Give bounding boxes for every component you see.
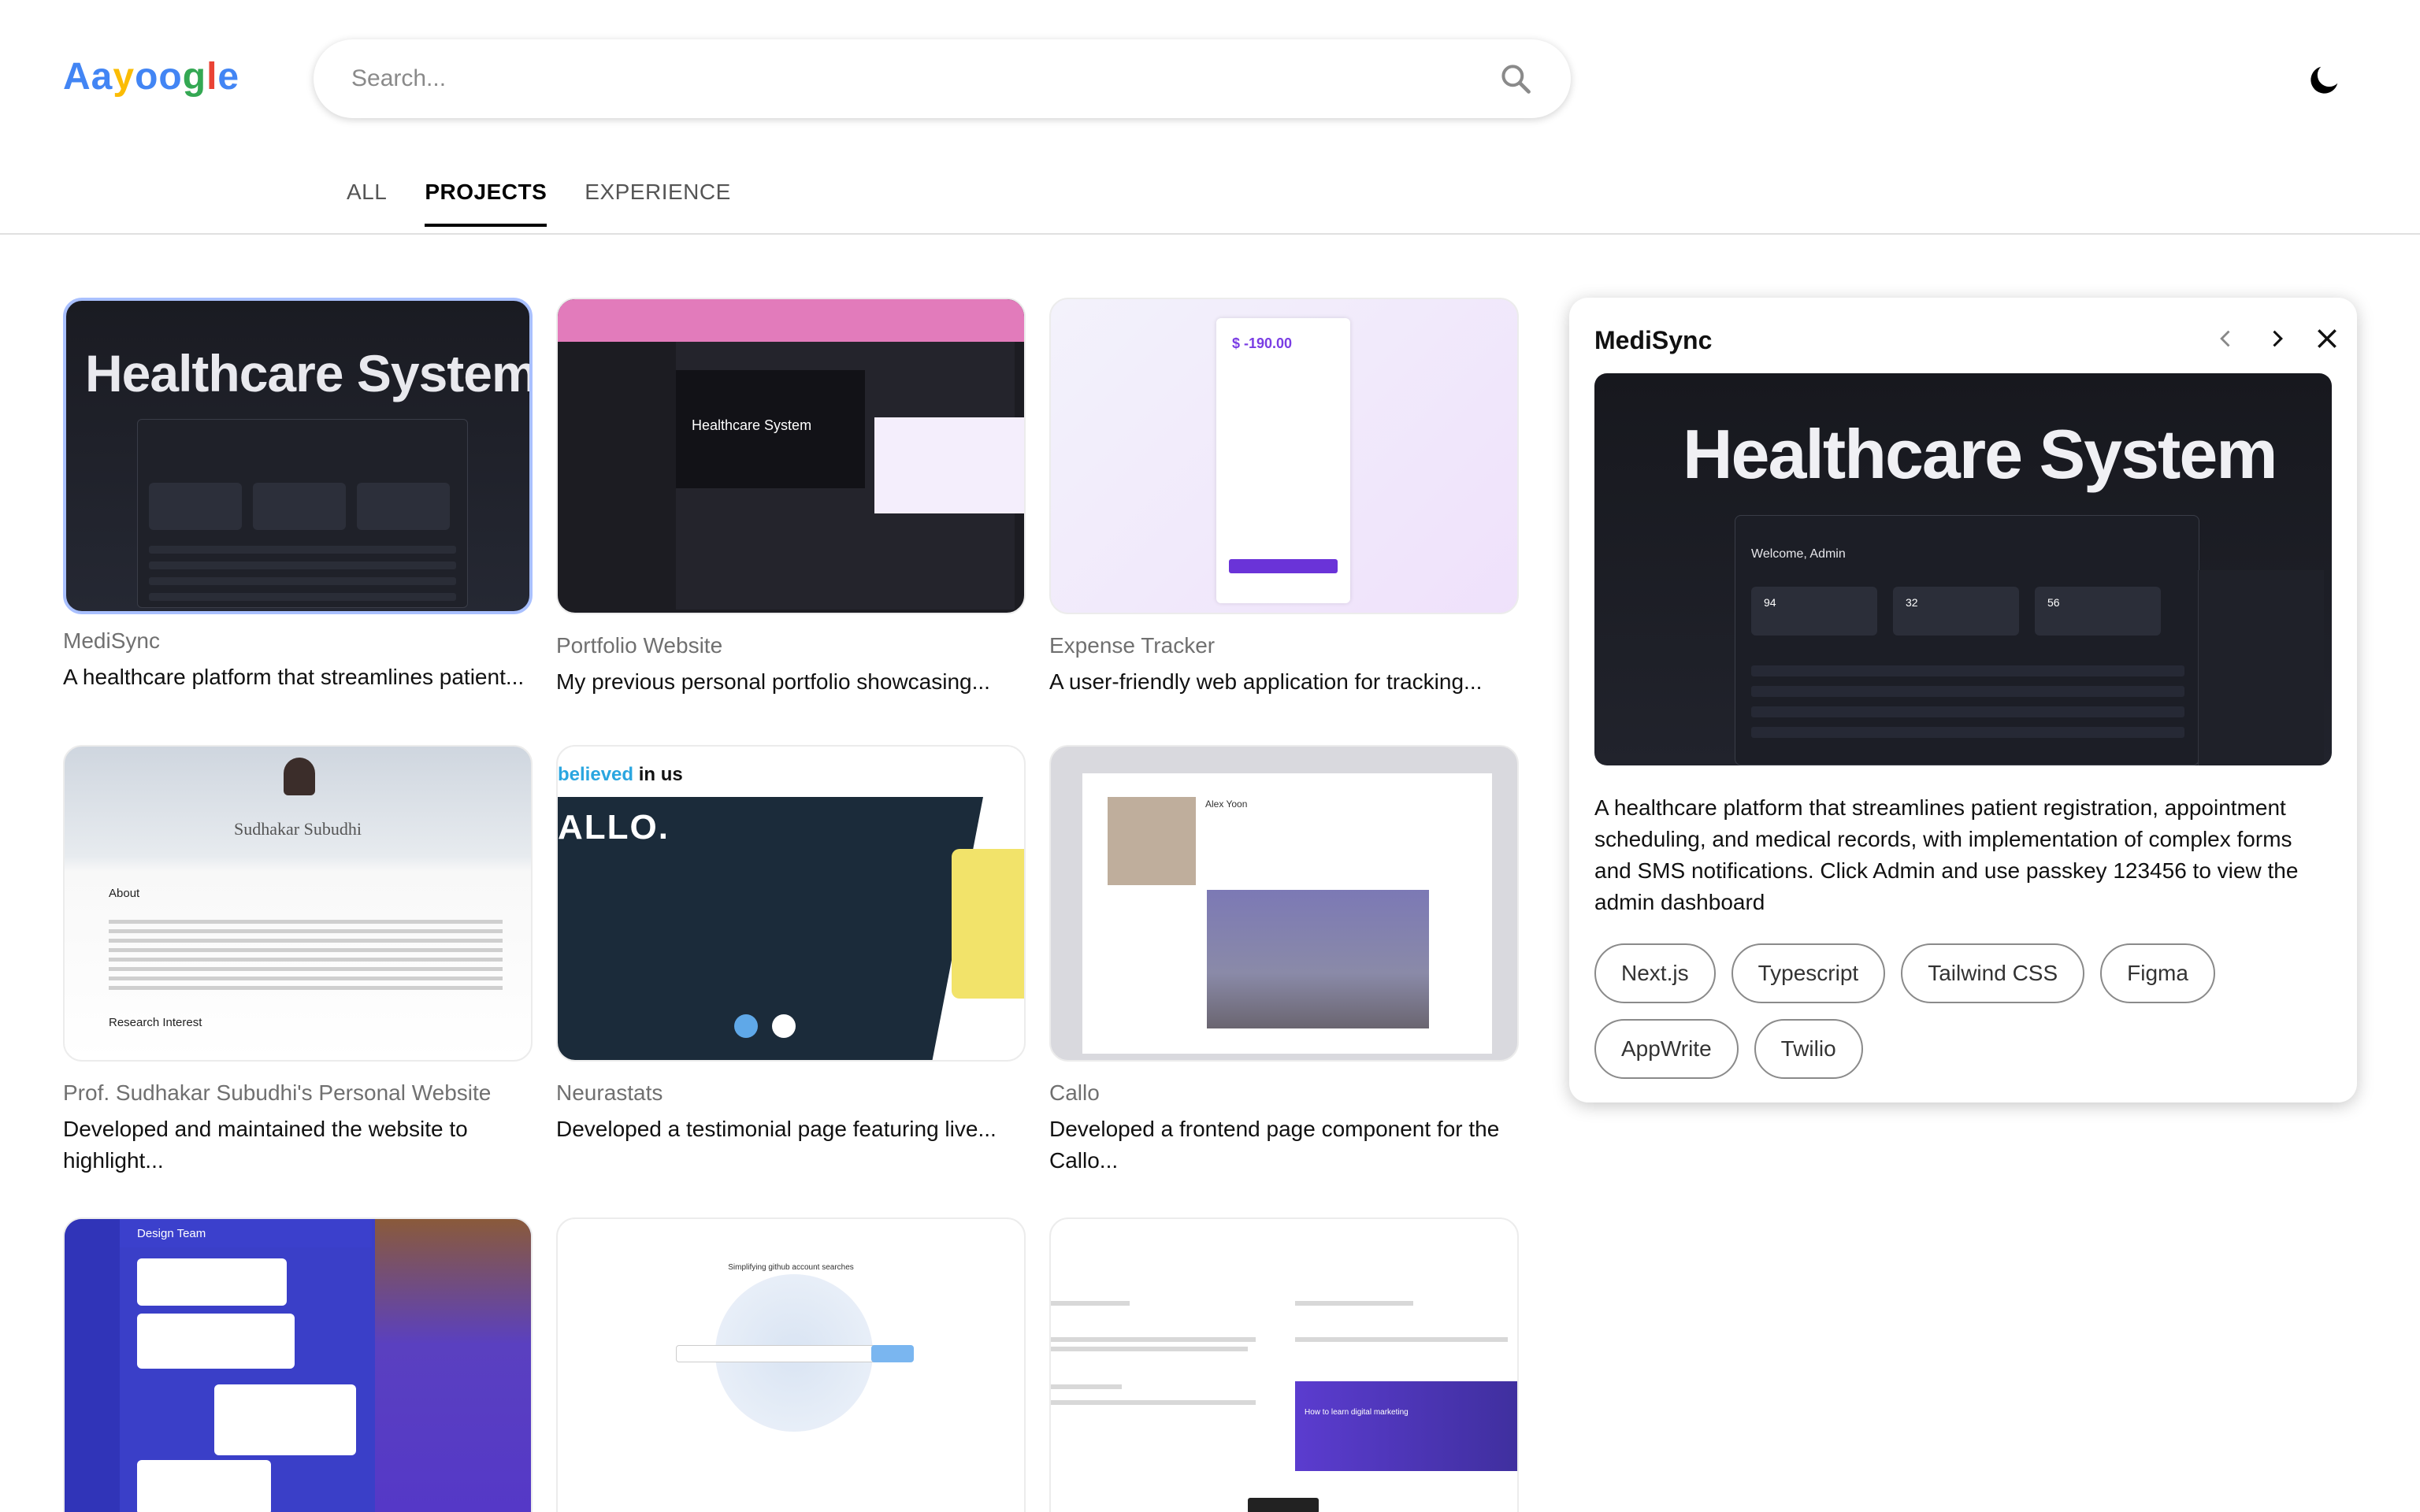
chevron-left-icon[interactable] <box>2210 323 2242 354</box>
tab-projects[interactable]: PROJECTS <box>425 180 547 227</box>
logo-letter: e <box>217 56 240 98</box>
logo-letter: o <box>135 56 159 98</box>
project-description: My previous personal portfolio showcasin… <box>556 669 990 694</box>
detail-title: MediSync <box>1594 326 1713 354</box>
thumbnail-heading: How to learn digital marketing <box>1305 1408 1409 1417</box>
dashboard-preview <box>137 419 468 608</box>
project-thumbnail[interactable]: Sudhakar Subudhi About Research Interest <box>63 745 533 1062</box>
tag-chip[interactable]: Figma <box>2100 943 2215 1003</box>
moon-icon[interactable] <box>2307 61 2343 98</box>
project-description: Developed a frontend page component for … <box>1049 1117 1500 1173</box>
search-input[interactable] <box>351 65 1498 92</box>
tab-all[interactable]: ALL <box>347 180 387 227</box>
thumbnail-heading: Healthcare System <box>676 370 865 488</box>
project-card-expense-tracker[interactable]: $ -190.00 Expense Tracker A user-friendl… <box>1049 298 1519 698</box>
thumbnail-heading: Simplifying github account searches <box>728 1263 854 1272</box>
thumbnail-heading: Sudhakar Subudhi <box>234 819 362 839</box>
thumbnail-heading: Design Team <box>120 1219 372 1247</box>
thumbnail-heading: $ -190.00 <box>1232 335 1293 351</box>
tag-chip[interactable]: AppWrite <box>1594 1019 1739 1079</box>
project-card-blog[interactable]: How to learn digital marketing <box>1049 1217 1519 1512</box>
project-card-medisync[interactable]: Healthcare System MediSync A healthcare … <box>63 298 533 693</box>
project-thumbnail[interactable]: $ -190.00 <box>1049 298 1519 614</box>
search-icon[interactable] <box>1498 61 1533 96</box>
search-bar[interactable] <box>314 39 1571 118</box>
app-logo[interactable]: Aayoogle <box>63 55 239 98</box>
project-description: A user-friendly web application for trac… <box>1049 669 1483 694</box>
project-thumbnail[interactable]: Healthcare System <box>556 298 1026 614</box>
dashboard-welcome: Welcome, Admin <box>1751 547 1846 561</box>
stat-value: 94 <box>1764 596 1776 609</box>
project-title: Callo <box>1049 1080 1100 1105</box>
logo-letter: y <box>113 56 135 98</box>
project-thumbnail[interactable]: How to learn digital marketing <box>1049 1217 1519 1512</box>
stat-value: 56 <box>2047 596 2060 609</box>
project-title: Portfolio Website <box>556 633 723 658</box>
project-description: Developed a testimonial page featuring l… <box>556 1117 997 1141</box>
project-card-prof-website[interactable]: Sudhakar Subudhi About Research Interest… <box>63 745 533 1177</box>
project-card-github-search[interactable]: Simplifying github account searches <box>556 1217 1026 1512</box>
project-card-neurastats[interactable]: believed in us ALLO. Neurastats Develope… <box>556 745 1026 1145</box>
tech-tags: Next.js Typescript Tailwind CSS Figma Ap… <box>1594 943 2332 1079</box>
project-detail-panel: MediSync Healthcare System Welcome, Admi… <box>1569 298 2357 1102</box>
project-thumbnail[interactable]: Alex Yoon <box>1049 745 1519 1062</box>
project-thumbnail[interactable]: Design Team <box>63 1217 533 1512</box>
thumbnail-heading: Alex Yoon <box>1205 799 1248 810</box>
project-thumbnail[interactable]: Simplifying github account searches <box>556 1217 1026 1512</box>
logo-letter: a <box>91 56 113 98</box>
tab-experience[interactable]: EXPERIENCE <box>585 180 731 227</box>
tab-divider <box>0 233 2420 235</box>
project-title: Neurastats <box>556 1080 663 1105</box>
project-title: MediSync <box>63 628 160 653</box>
tag-chip[interactable]: Next.js <box>1594 943 1716 1003</box>
logo-letter: A <box>63 56 91 98</box>
detail-image[interactable]: Healthcare System Welcome, Admin 94 32 5… <box>1594 373 2332 765</box>
logo-letter: o <box>158 56 183 98</box>
tab-bar: ALL PROJECTS EXPERIENCE <box>347 180 731 227</box>
close-icon[interactable] <box>2311 323 2343 354</box>
thumbnail-heading: ALLO. <box>558 808 670 847</box>
logo-letter: l <box>206 56 218 98</box>
project-thumbnail[interactable]: Healthcare System <box>63 298 533 614</box>
tag-chip[interactable]: Twilio <box>1754 1019 1863 1079</box>
logo-letter: g <box>182 56 207 98</box>
project-description: A healthcare platform that streamlines p… <box>63 665 525 689</box>
thumbnail-heading: Healthcare System <box>85 344 533 402</box>
project-card-design-team[interactable]: Design Team <box>63 1217 533 1512</box>
project-card-portfolio[interactable]: Healthcare System Portfolio Website My p… <box>556 298 1026 698</box>
project-title: Expense Tracker <box>1049 633 1216 658</box>
project-description: Developed and maintained the website to … <box>63 1117 468 1173</box>
project-card-callo[interactable]: Alex Yoon Callo Developed a frontend pag… <box>1049 745 1519 1177</box>
project-title: Prof. Sudhakar Subudhi's Personal Websit… <box>63 1080 492 1105</box>
tag-chip[interactable]: Tailwind CSS <box>1901 943 2085 1003</box>
dashboard-preview: Welcome, Admin 94 32 56 <box>1735 515 2199 765</box>
tag-chip[interactable]: Typescript <box>1731 943 1886 1003</box>
chevron-right-icon[interactable] <box>2261 323 2292 354</box>
stat-value: 32 <box>1906 596 1918 609</box>
detail-image-heading: Healthcare System <box>1683 415 2278 493</box>
project-thumbnail[interactable]: believed in us ALLO. <box>556 745 1026 1062</box>
detail-description: A healthcare platform that streamlines p… <box>1594 795 2299 914</box>
